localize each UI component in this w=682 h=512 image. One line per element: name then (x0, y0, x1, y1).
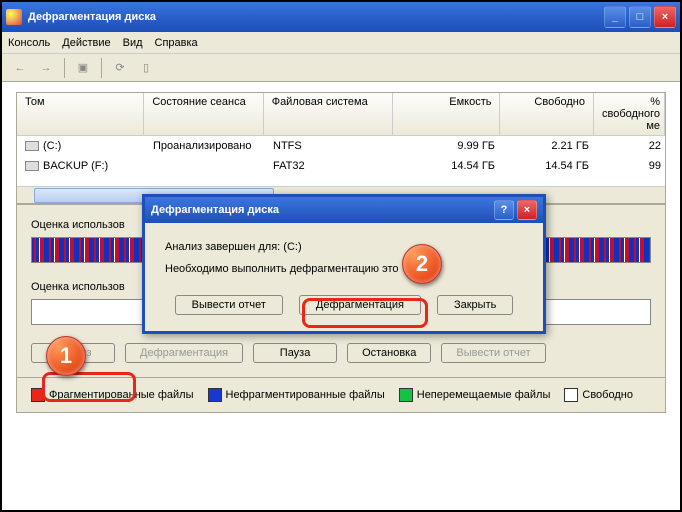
col-free[interactable]: Свободно (500, 93, 594, 135)
close-button[interactable]: × (654, 6, 676, 28)
defrag-button[interactable]: Дефрагментация (125, 343, 243, 363)
col-capacity[interactable]: Емкость (393, 93, 500, 135)
drive-icon (25, 141, 39, 151)
col-state[interactable]: Состояние сеанса (144, 93, 263, 135)
menu-help[interactable]: Справка (155, 37, 198, 49)
menu-action[interactable]: Действие (62, 37, 110, 49)
menu-console[interactable]: Консоль (8, 37, 50, 49)
dialog-help-button[interactable]: ? (494, 200, 514, 220)
toolbar-icon-1[interactable]: ▣ (71, 57, 95, 79)
marker-1: 1 (46, 336, 86, 376)
dialog-line1: Анализ завершен для: (C:) (165, 241, 523, 253)
pause-button[interactable]: Пауза (253, 343, 337, 363)
col-volume[interactable]: Том (17, 93, 144, 135)
dialog-defrag-button[interactable]: Дефрагментация (299, 295, 421, 315)
swatch-free (564, 388, 578, 402)
toolbar-icon-2[interactable]: ▯ (134, 57, 158, 79)
report-button[interactable]: Вывести отчет (441, 343, 545, 363)
swatch-frag (31, 388, 45, 402)
window-title: Дефрагментация диска (28, 11, 156, 23)
back-icon[interactable]: ← (8, 57, 32, 79)
action-buttons: Анализ Дефрагментация Пауза Остановка Вы… (31, 343, 651, 363)
menu-view[interactable]: Вид (123, 37, 143, 49)
stop-button[interactable]: Остановка (347, 343, 431, 363)
menubar: Консоль Действие Вид Справка (2, 32, 680, 54)
table-row[interactable]: (C:) Проанализировано NTFS 9.99 ГБ 2.21 … (17, 136, 665, 156)
swatch-immov (399, 388, 413, 402)
app-icon (6, 9, 22, 25)
titlebar: Дефрагментация диска _ □ × (2, 2, 680, 32)
table-header: Том Состояние сеанса Файловая система Ем… (17, 93, 665, 136)
toolbar: ← → ▣ ⟳ ▯ (2, 54, 680, 82)
dialog-close-button[interactable]: × (517, 200, 537, 220)
dialog-line2: Необходимо выполнить дефрагментацию это (165, 263, 523, 275)
analysis-dialog: Дефрагментация диска ? × Анализ завершен… (142, 194, 546, 334)
dialog-close-text-button[interactable]: Закрыть (437, 295, 513, 315)
swatch-nofrag (208, 388, 222, 402)
drive-icon (25, 161, 39, 171)
col-pct[interactable]: % свободного ме (594, 93, 665, 135)
legend: Фрагментированные файлы Нефрагментирован… (16, 378, 666, 413)
forward-icon[interactable]: → (34, 57, 58, 79)
marker-2: 2 (402, 244, 442, 284)
table-row[interactable]: BACKUP (F:) FAT32 14.54 ГБ 14.54 ГБ 99 (17, 156, 665, 176)
refresh-icon[interactable]: ⟳ (108, 57, 132, 79)
dialog-report-button[interactable]: Вывести отчет (175, 295, 283, 315)
col-fs[interactable]: Файловая система (264, 93, 393, 135)
volumes-table: Том Состояние сеанса Файловая система Ем… (16, 92, 666, 204)
maximize-button[interactable]: □ (629, 6, 651, 28)
dialog-title: Дефрагментация диска (151, 204, 279, 216)
minimize-button[interactable]: _ (604, 6, 626, 28)
